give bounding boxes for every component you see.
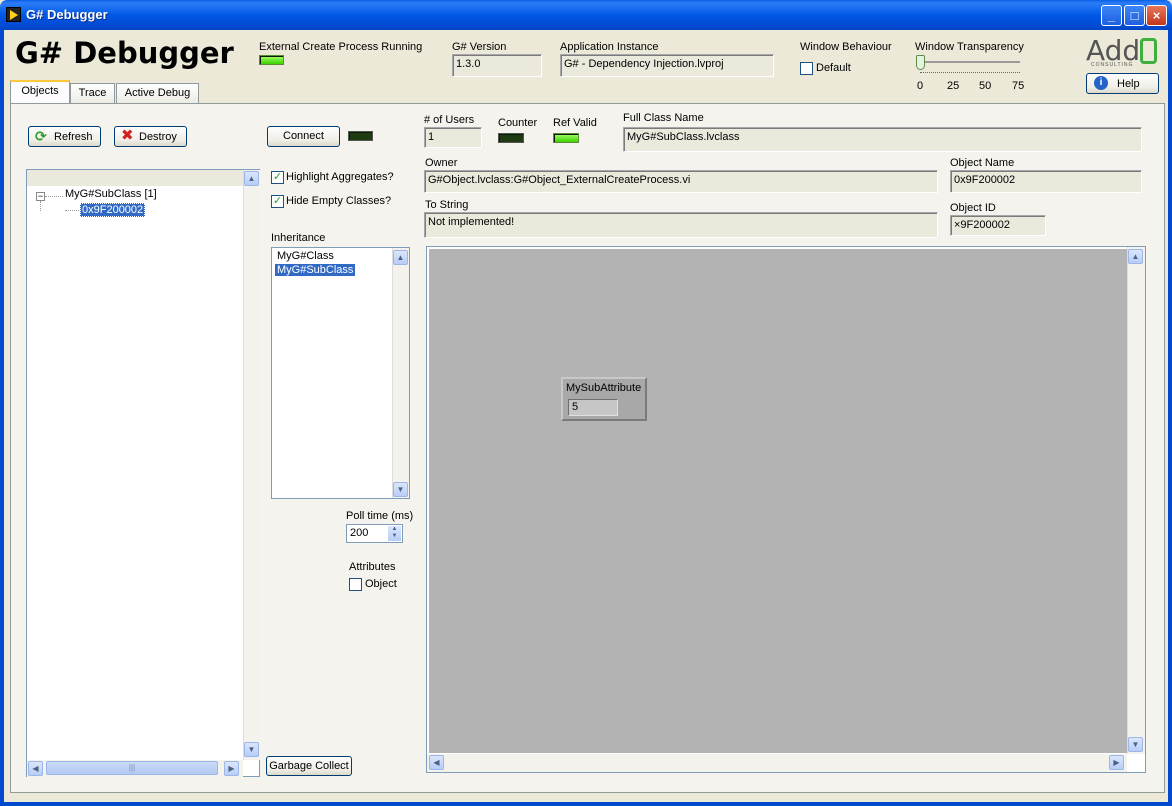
- default-label: Default: [816, 62, 851, 74]
- attribute-vscrollbar[interactable]: [1127, 247, 1145, 754]
- tree-header: [27, 170, 243, 186]
- object-id-label: Object ID: [950, 202, 996, 214]
- collapse-icon[interactable]: −: [36, 192, 45, 201]
- tab-objects[interactable]: Objects: [10, 80, 70, 104]
- close-icon[interactable]: ×: [1146, 5, 1167, 26]
- to-string-label: To String: [425, 199, 469, 211]
- hide-empty-checkbox[interactable]: ✓: [271, 195, 284, 208]
- garbage-collect-button[interactable]: Garbage Collect: [266, 756, 352, 776]
- destroy-icon: ✖: [121, 127, 134, 144]
- refresh-icon: ⟳: [35, 128, 47, 144]
- attribute-hscrollbar[interactable]: [427, 754, 1127, 772]
- inheritance-label: Inheritance: [271, 232, 326, 244]
- attribute-subpanel[interactable]: ▲ ▼ ◀ ▶: [426, 246, 1146, 773]
- counter-label: Counter: [498, 117, 538, 129]
- spin-icon[interactable]: ▲ ▼: [388, 526, 401, 541]
- counter-led: [498, 133, 524, 143]
- attributes-label: Attributes: [349, 561, 396, 573]
- object-id-field: ×9F200002: [950, 215, 1046, 236]
- full-class-label: Full Class Name: [623, 112, 704, 124]
- info-icon: i: [1094, 76, 1108, 90]
- tree-root-item[interactable]: MyG#SubClass [1]: [65, 188, 157, 200]
- window-frame-bottom: [0, 802, 1172, 806]
- inheritance-vscrollbar[interactable]: [392, 248, 409, 498]
- version-field: 1.3.0: [452, 54, 542, 77]
- scroll-up-icon[interactable]: ▲: [393, 250, 408, 265]
- minimize-icon[interactable]: _: [1101, 5, 1122, 26]
- version-label: G# Version: [452, 41, 507, 53]
- default-checkbox[interactable]: [800, 62, 813, 75]
- transparency-slider-thumb[interactable]: [916, 55, 925, 70]
- window-behaviour-label: Window Behaviour: [800, 41, 892, 53]
- tab-active-debug[interactable]: Active Debug: [116, 83, 199, 103]
- object-attribute-label: Object: [365, 578, 397, 590]
- object-tree[interactable]: − MyG#SubClass [1] 0x9F200002 ▲ ▼ ◀ ||| …: [26, 169, 260, 777]
- external-process-led: [259, 55, 284, 65]
- object-name-field: 0x9F200002: [950, 170, 1142, 193]
- users-label: # of Users: [424, 114, 475, 126]
- inheritance-item[interactable]: MyG#Class: [277, 250, 334, 262]
- window-frame-right: [1168, 30, 1172, 806]
- ref-valid-label: Ref Valid: [553, 117, 597, 129]
- tree-child-item[interactable]: 0x9F200002: [80, 203, 146, 217]
- owner-label: Owner: [425, 157, 458, 169]
- scroll-down-icon[interactable]: ▼: [1128, 737, 1143, 752]
- object-name-label: Object Name: [950, 157, 1015, 169]
- poll-time-input[interactable]: 200 ▲ ▼: [346, 524, 403, 543]
- attribute-canvas: [429, 249, 1127, 753]
- scroll-down-icon[interactable]: ▼: [244, 742, 259, 757]
- app-instance-label: Application Instance: [560, 41, 659, 53]
- external-process-label: External Create Process Running: [259, 41, 423, 53]
- maximize-icon[interactable]: □: [1124, 5, 1145, 26]
- transparency-label: Window Transparency: [915, 41, 1024, 53]
- inheritance-list[interactable]: MyG#Class MyG#SubClass ▲ ▼: [271, 247, 410, 499]
- labview-app-icon: [6, 7, 21, 22]
- attribute-cluster-label: MySubAttribute: [566, 382, 642, 394]
- hscroll-thumb[interactable]: |||: [46, 761, 218, 775]
- title-bar[interactable]: [0, 0, 1172, 30]
- inheritance-item-selected[interactable]: MyG#SubClass: [275, 264, 356, 276]
- tree-vscrollbar[interactable]: [243, 170, 260, 760]
- poll-time-label: Poll time (ms): [346, 510, 414, 522]
- to-string-field: Not implemented!: [424, 212, 938, 238]
- scroll-right-icon[interactable]: ▶: [1109, 755, 1124, 770]
- window-title: G# Debugger: [26, 7, 108, 22]
- window-frame-left: [0, 30, 4, 806]
- tree-line: [40, 201, 41, 211]
- connect-button[interactable]: Connect: [267, 126, 340, 147]
- scroll-up-icon[interactable]: ▲: [1128, 249, 1143, 264]
- destroy-button[interactable]: ✖ Destroy: [114, 126, 187, 147]
- scroll-left-icon[interactable]: ◀: [28, 761, 43, 776]
- app-title: G# Debugger: [15, 36, 234, 70]
- help-button[interactable]: i Help: [1086, 73, 1159, 94]
- refresh-button[interactable]: ⟳ Refresh: [28, 126, 101, 147]
- full-class-field: MyG#SubClass.lvclass: [623, 127, 1142, 152]
- tick-25: 25: [947, 80, 960, 92]
- addq-logo: Add CONSULTING: [1086, 34, 1158, 68]
- scroll-left-icon[interactable]: ◀: [429, 755, 444, 770]
- hide-empty-label: Hide Empty Classes?: [286, 195, 392, 207]
- tree-line-h: [45, 196, 63, 197]
- attribute-cluster: MySubAttribute 5: [561, 377, 647, 421]
- scroll-up-icon[interactable]: ▲: [244, 171, 259, 186]
- connect-led: [348, 131, 373, 141]
- ref-valid-led: [553, 133, 579, 143]
- scroll-right-icon[interactable]: ▶: [224, 761, 239, 776]
- tick-75: 75: [1012, 80, 1025, 92]
- highlight-aggregates-label: Highlight Aggregates?: [286, 171, 394, 183]
- tree-line-child: [65, 210, 79, 211]
- attribute-value-field: 5: [568, 399, 618, 416]
- transparency-slider-track[interactable]: [920, 61, 1020, 63]
- users-field: 1: [424, 127, 482, 148]
- owner-field: G#Object.lvclass:G#Object_ExternalCreate…: [424, 170, 938, 193]
- tab-trace[interactable]: Trace: [70, 83, 115, 103]
- app-instance-field: G# - Dependency Injection.lvproj: [560, 54, 774, 77]
- highlight-aggregates-checkbox[interactable]: ✓: [271, 171, 284, 184]
- object-attribute-checkbox[interactable]: [349, 578, 362, 591]
- transparency-ticks: [920, 72, 1020, 76]
- tick-50: 50: [979, 80, 992, 92]
- scroll-down-icon[interactable]: ▼: [393, 482, 408, 497]
- tick-0: 0: [917, 80, 924, 92]
